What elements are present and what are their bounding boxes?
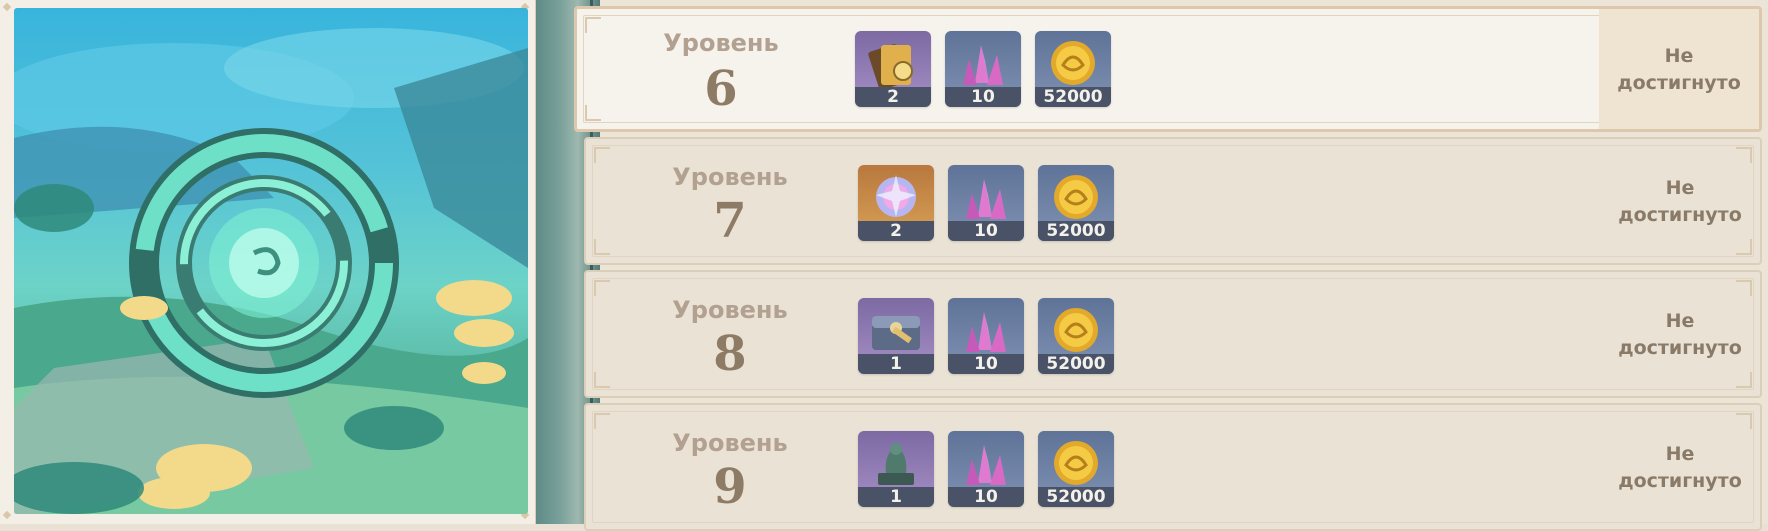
reward-item[interactable]: 10 <box>948 431 1024 507</box>
status-line-2: достигнуто <box>1618 337 1742 359</box>
status-line-2: достигнуто <box>1618 470 1742 492</box>
fret-ornament <box>1736 413 1752 429</box>
reward-count: 52000 <box>1038 354 1114 374</box>
reward-item[interactable]: 10 <box>945 31 1021 107</box>
reward-count: 1 <box>858 354 934 374</box>
reward-count: 2 <box>855 87 931 107</box>
reward-count: 10 <box>948 221 1024 241</box>
fret-ornament <box>594 413 610 429</box>
reward-item[interactable]: 52000 <box>1038 298 1114 374</box>
level-label: Уровень <box>672 429 788 457</box>
level-number: 9 <box>713 459 747 515</box>
domain-portal-illustration <box>14 28 528 514</box>
status-line-2: достигнуто <box>1617 72 1741 94</box>
reward-count: 10 <box>945 87 1021 107</box>
level-number: 8 <box>713 326 747 382</box>
level-status: Не достигнуто <box>1600 441 1760 495</box>
level-number: 7 <box>713 193 747 249</box>
level-status: Не достигнуто <box>1600 175 1760 229</box>
fret-ornament <box>585 17 601 33</box>
level-label: Уровень <box>672 296 788 324</box>
frame-ornament <box>2 510 12 520</box>
level-reward-list[interactable]: Уровень 6 2 10 52000 Не достигнуто Урове… <box>574 0 1768 531</box>
reward-item[interactable]: 2 <box>858 165 934 241</box>
reward-item[interactable]: 52000 <box>1038 431 1114 507</box>
reward-count: 10 <box>948 354 1024 374</box>
event-artwork <box>14 8 528 514</box>
reward-count: 1 <box>858 487 934 507</box>
reward-item[interactable]: 1 <box>858 298 934 374</box>
fret-ornament <box>594 147 610 163</box>
fret-ornament <box>1736 372 1752 388</box>
level-status: Не достигнуто <box>1600 308 1760 362</box>
reward-item[interactable]: 2 <box>855 31 931 107</box>
fret-ornament <box>594 280 610 296</box>
status-line-1: Не <box>1665 310 1695 332</box>
fret-ornament <box>1736 147 1752 163</box>
level-label: Уровень <box>663 29 779 57</box>
level-row-9[interactable]: Уровень 9 1 10 52000 Не достигнуто <box>584 403 1762 531</box>
fret-ornament <box>594 372 610 388</box>
event-artwork-frame <box>0 0 536 524</box>
reward-item[interactable]: 10 <box>948 298 1024 374</box>
reward-item[interactable]: 10 <box>948 165 1024 241</box>
level-row-6[interactable]: Уровень 6 2 10 52000 Не достигнуто <box>574 6 1762 132</box>
fret-ornament <box>594 239 610 255</box>
level-status: Не достигнуто <box>1599 43 1759 97</box>
fret-ornament <box>585 105 601 121</box>
reward-count: 52000 <box>1038 487 1114 507</box>
status-line-1: Не <box>1665 177 1695 199</box>
reward-count: 10 <box>948 487 1024 507</box>
status-line-2: достигнуто <box>1618 204 1742 226</box>
fret-ornament <box>1736 280 1752 296</box>
level-number: 6 <box>704 61 738 117</box>
level-label: Уровень <box>672 163 788 191</box>
fret-ornament <box>1736 239 1752 255</box>
reward-count: 52000 <box>1035 87 1111 107</box>
reward-count: 52000 <box>1038 221 1114 241</box>
status-line-1: Не <box>1664 45 1694 67</box>
reward-item[interactable]: 1 <box>858 431 934 507</box>
level-row-7[interactable]: Уровень 7 2 10 52000 Не достигнуто <box>584 137 1762 265</box>
reward-count: 2 <box>858 221 934 241</box>
level-row-8[interactable]: Уровень 8 1 10 52000 Не достигнуто <box>584 270 1762 398</box>
reward-item[interactable]: 52000 <box>1038 165 1114 241</box>
reward-item[interactable]: 52000 <box>1035 31 1111 107</box>
status-line-1: Не <box>1665 443 1695 465</box>
frame-ornament <box>2 2 12 12</box>
